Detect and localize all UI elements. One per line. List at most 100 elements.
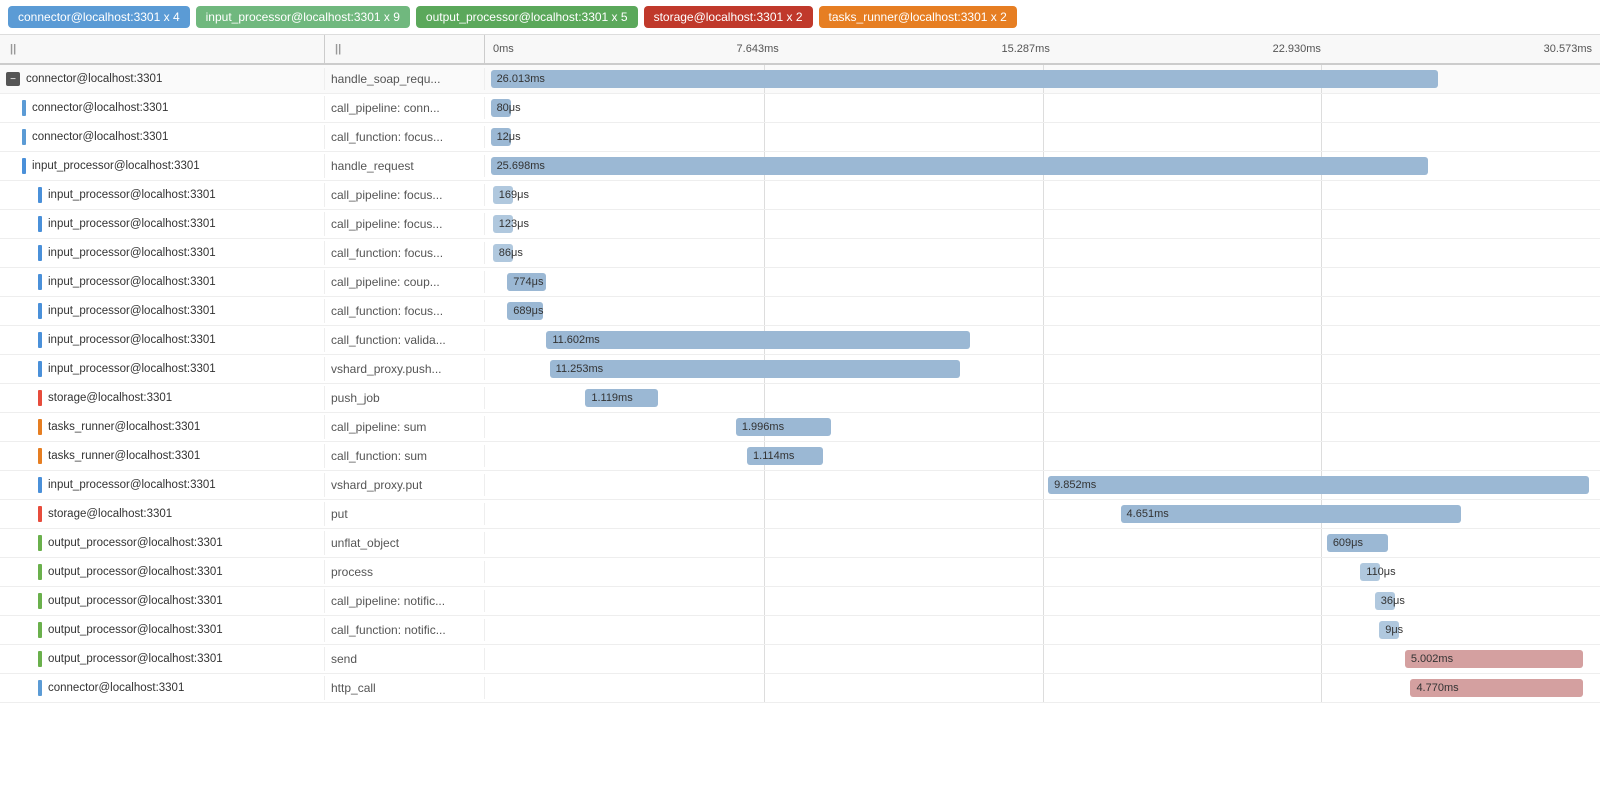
table-row[interactable]: input_processor@localhost:3301call_pipel… (0, 210, 1600, 239)
span-cell: call_pipeline: sum (325, 416, 485, 438)
service-name-text: input_processor@localhost:3301 (48, 334, 216, 346)
span-cell: call_function: focus... (325, 300, 485, 322)
service-cell: output_processor@localhost:3301 (0, 589, 325, 613)
table-row[interactable]: input_processor@localhost:3301call_funct… (0, 239, 1600, 268)
service-color-indicator (38, 390, 42, 406)
service-color-indicator (38, 535, 42, 551)
span-cell: process (325, 561, 485, 583)
span-cell: call_pipeline: focus... (325, 184, 485, 206)
service-color-indicator (38, 564, 42, 580)
service-cell: input_processor@localhost:3301 (0, 473, 325, 497)
timeline-cell: 110μs (485, 558, 1600, 586)
service-color-indicator (38, 245, 42, 261)
span-cell: handle_soap_requ... (325, 68, 485, 90)
table-row[interactable]: −connector@localhost:3301handle_soap_req… (0, 65, 1600, 94)
span-bar-wrapper: 80μs (491, 99, 508, 117)
service-name-text: input_processor@localhost:3301 (32, 160, 200, 172)
table-row[interactable]: storage@localhost:3301push_job1.119ms (0, 384, 1600, 413)
service-name-text: input_processor@localhost:3301 (48, 363, 216, 375)
timeline-cell: 4.770ms (485, 674, 1600, 702)
span-bar-wrapper: 4.651ms (1121, 505, 1461, 523)
span-bar: 26.013ms (491, 70, 1439, 88)
timeline-label-3: 22.930ms (1273, 43, 1321, 55)
table-row[interactable]: input_processor@localhost:3301vshard_pro… (0, 355, 1600, 384)
timeline-cell: 4.651ms (485, 500, 1600, 528)
span-bar-wrapper: 86μs (493, 244, 510, 262)
service-col-header: || (0, 35, 325, 63)
table-row[interactable]: output_processor@localhost:3301call_pipe… (0, 587, 1600, 616)
table-row[interactable]: input_processor@localhost:3301vshard_pro… (0, 471, 1600, 500)
service-color-indicator (38, 187, 42, 203)
timeline-cell: 1.114ms (485, 442, 1600, 470)
span-bar: 1.119ms (585, 389, 657, 407)
table-row[interactable]: input_processor@localhost:3301 call_pipel… (0, 181, 1600, 210)
app-container: connector@localhost:3301 x 4 input_proces… (0, 0, 1600, 703)
service-name-text: tasks_runner@localhost:3301 (48, 421, 200, 433)
timeline-cell: 36μs (485, 587, 1600, 615)
legend-pill-tasks_runner[interactable]: tasks_runner@localhost:3301 x 2 (819, 6, 1017, 28)
service-name-text: input_processor@localhost:3301 (48, 305, 216, 317)
legend-pill-output_processor[interactable]: output_processor@localhost:3301 x 5 (416, 6, 638, 28)
service-cell: input_processor@localhost:3301 (0, 154, 325, 178)
timeline-cell: 5.002ms (485, 645, 1600, 673)
table-row[interactable]: input_processor@localhost:3301handle_req… (0, 152, 1600, 181)
service-color-indicator (22, 100, 26, 116)
table-row[interactable]: connector@localhost:3301call_pipeline: c… (0, 94, 1600, 123)
span-bar: 80μs (491, 99, 511, 117)
table-row[interactable]: storage@localhost:3301put4.651ms (0, 500, 1600, 529)
service-cell: tasks_runner@localhost:3301 (0, 415, 325, 439)
table-row[interactable]: connector@localhost:3301call_function: f… (0, 123, 1600, 152)
service-color-indicator (38, 216, 42, 232)
service-name-text: input_processor@localhost:3301 (48, 189, 216, 201)
service-cell: tasks_runner@localhost:3301 (0, 444, 325, 468)
table-row[interactable]: input_processor@localhost:3301 call_funct… (0, 297, 1600, 326)
table-row[interactable]: tasks_runner@localhost:3301call_function… (0, 442, 1600, 471)
span-cell: call_function: focus... (325, 126, 485, 148)
legend-pill-storage[interactable]: storage@localhost:3301 x 2 (644, 6, 813, 28)
table-row[interactable]: output_processor@localhost:3301call_func… (0, 616, 1600, 645)
service-name-text: input_processor@localhost:3301 (48, 479, 216, 491)
table-row[interactable]: connector@localhost:3301http_call4.770ms (0, 674, 1600, 703)
legend-pill-input_processor[interactable]: input_processor@localhost:3301 x 9 (196, 6, 410, 28)
service-color-indicator (38, 680, 42, 696)
span-bar: 9.852ms (1048, 476, 1589, 494)
span-bar-wrapper: 689μs (507, 302, 543, 320)
service-cell: −connector@localhost:3301 (0, 68, 325, 90)
service-name-text: tasks_runner@localhost:3301 (48, 450, 200, 462)
span-bar-wrapper: 123μs (493, 215, 510, 233)
collapse-icon[interactable]: − (6, 72, 20, 86)
timeline-cell: 689μs (485, 297, 1600, 325)
span-bar-wrapper: 9μs (1379, 621, 1396, 639)
table-row[interactable]: tasks_runner@localhost:3301 call_pipeline… (0, 413, 1600, 442)
span-bar: 9μs (1379, 621, 1399, 639)
timeline-cell: 169μs (485, 181, 1600, 209)
span-bar: 36μs (1375, 592, 1395, 610)
span-cell: call_pipeline: coup... (325, 271, 485, 293)
timeline-label-0: 0ms (493, 43, 514, 55)
span-bar-wrapper: 36μs (1375, 592, 1392, 610)
table-row[interactable]: input_processor@localhost:3301call_funct… (0, 326, 1600, 355)
service-cell: input_processor@localhost:3301 (0, 241, 325, 265)
span-bar-wrapper: 609μs (1327, 534, 1388, 552)
service-name-text: output_processor@localhost:3301 (48, 595, 223, 607)
timeline-cell: 86μs (485, 239, 1600, 267)
span-resize-handle[interactable]: || (335, 43, 343, 55)
trace-header: || || 0ms7.643ms15.287ms22.930ms30.573ms (0, 35, 1600, 65)
service-cell: input_processor@localhost:3301 (0, 270, 325, 294)
service-resize-handle[interactable]: || (10, 43, 18, 55)
legend-pill-connector[interactable]: connector@localhost:3301 x 4 (8, 6, 190, 28)
span-bar: 609μs (1327, 534, 1388, 552)
service-color-indicator (38, 651, 42, 667)
table-row[interactable]: output_processor@localhost:3301unflat_ob… (0, 529, 1600, 558)
timeline-cell: 25.698ms (485, 152, 1600, 180)
span-cell: call_function: focus... (325, 242, 485, 264)
table-row[interactable]: input_processor@localhost:3301call_pipel… (0, 268, 1600, 297)
span-bar: 1.114ms (747, 447, 823, 465)
service-color-indicator (38, 303, 42, 319)
timeline-cell: 11.253ms (485, 355, 1600, 383)
table-row[interactable]: output_processor@localhost:3301process11… (0, 558, 1600, 587)
table-row[interactable]: output_processor@localhost:3301send5.002… (0, 645, 1600, 674)
service-cell: input_processor@localhost:3301 (0, 357, 325, 381)
legend-bar: connector@localhost:3301 x 4 input_proces… (0, 0, 1600, 35)
service-color-indicator (38, 622, 42, 638)
